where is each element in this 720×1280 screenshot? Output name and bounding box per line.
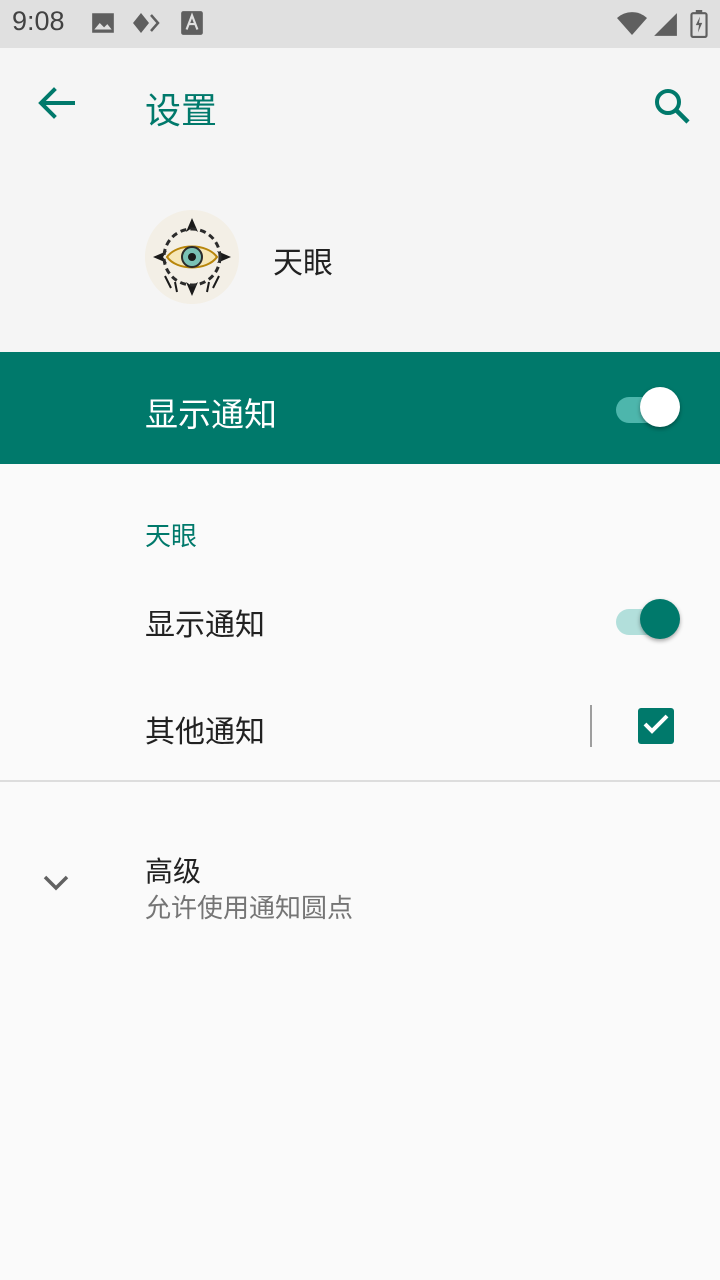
app-icon: [145, 210, 239, 304]
back-button[interactable]: [26, 80, 86, 130]
search-icon: [653, 87, 691, 129]
font-a-icon: [180, 10, 204, 40]
status-bar: 9:08: [0, 0, 720, 48]
page-title: 设置: [145, 91, 218, 132]
switch-thumb: [640, 387, 680, 427]
category-header: 天眼: [145, 522, 198, 552]
switch-thumb: [640, 599, 680, 639]
show-notifications-switch[interactable]: [614, 598, 680, 642]
arrow-back-icon: [37, 86, 75, 124]
search-button[interactable]: [644, 80, 700, 136]
master-toggle-label: 显示通知: [145, 395, 277, 434]
section-divider: [0, 780, 720, 782]
other-notifications-row[interactable]: 其他通知: [0, 676, 720, 778]
show-notifications-row[interactable]: 显示通知: [0, 570, 720, 670]
status-time: 9:08: [12, 6, 65, 36]
master-notification-switch[interactable]: [614, 386, 680, 430]
other-notifications-label: 其他通知: [145, 715, 265, 750]
app-header: 设置 天眼: [0, 48, 720, 352]
checkmark-icon: [642, 712, 670, 740]
advanced-summary: 允许使用通知圆点: [145, 894, 354, 924]
signal-icon: [652, 11, 678, 41]
advanced-title: 高级: [145, 855, 202, 888]
wifi-icon: [616, 11, 648, 41]
diamond-icon: [132, 10, 162, 40]
app-name: 天眼: [273, 246, 333, 281]
eye-logo-icon: [145, 210, 239, 304]
advanced-row[interactable]: 高级 允许使用通知圆点: [0, 800, 720, 960]
vertical-divider: [590, 705, 592, 747]
battery-charging-icon: [690, 10, 708, 42]
master-notification-toggle-row[interactable]: 显示通知: [0, 352, 720, 464]
show-notifications-label: 显示通知: [145, 608, 265, 643]
chevron-down-icon: [36, 868, 76, 898]
other-notifications-checkbox[interactable]: [638, 708, 674, 744]
image-icon: [90, 10, 116, 40]
